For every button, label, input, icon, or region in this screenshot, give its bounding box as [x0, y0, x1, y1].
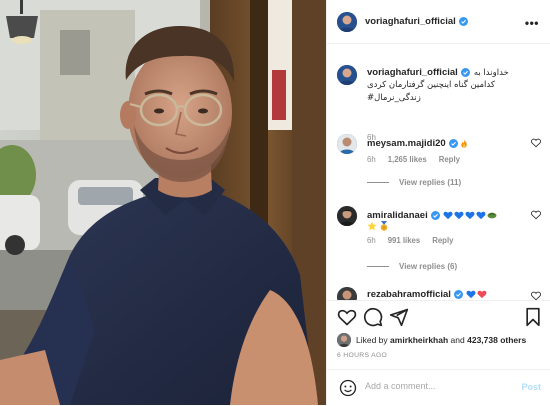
comment-line: meysam.majidi20 [367, 138, 469, 149]
more-dots-icon[interactable]: ••• [525, 16, 539, 30]
add-comment-input[interactable] [365, 381, 515, 391]
caption-first-line: voriaghafuri_official خداوندا به [367, 67, 509, 78]
reply-button[interactable]: Reply [439, 155, 460, 164]
replies-dash [367, 182, 389, 183]
liked-by-row: Liked by amirkheirkhah and 423,738 other… [337, 333, 526, 347]
comment-time: 6h [367, 236, 376, 245]
comment-time: 6h [367, 155, 376, 164]
liked-by-and: and [450, 335, 465, 345]
commenter-avatar[interactable] [337, 287, 357, 300]
comment-likes[interactable]: 1,265 likes [388, 155, 427, 164]
blue-hearts-medal-emoji [442, 211, 497, 220]
caption-avatar[interactable] [337, 65, 357, 85]
view-replies-toggle[interactable]: View replies (6) [367, 262, 457, 271]
owner-avatar[interactable] [337, 11, 357, 32]
verified-badge-icon [448, 139, 458, 148]
verified-badge-icon [430, 211, 440, 220]
photo-man-with-glasses [0, 0, 326, 405]
comment-meta: 6h 1,265 likes Reply [367, 155, 460, 164]
commenter-avatar[interactable] [337, 206, 357, 226]
reply-button[interactable]: Reply [432, 236, 453, 245]
liked-by-user[interactable]: amirkheirkhah [390, 335, 448, 345]
liked-by-prefix: Liked by [356, 335, 388, 345]
medal-emoji-line [367, 221, 389, 231]
blue-red-hearts-emoji [465, 290, 487, 299]
fire-emoji [460, 139, 467, 148]
liker-avatar[interactable] [337, 333, 351, 347]
caption-hashtag[interactable]: زندگی_نرمال# [367, 93, 421, 103]
comment-meta: 6h 991 likes Reply [367, 236, 453, 245]
emoji-smile-icon[interactable] [339, 379, 357, 397]
heart-icon[interactable] [337, 307, 357, 327]
post-timestamp[interactable]: 6 HOURS AGO [337, 352, 387, 359]
post-photo[interactable] [0, 0, 326, 405]
add-comment-bar: Post [327, 369, 550, 406]
bookmark-icon[interactable] [523, 307, 543, 327]
likes-count[interactable]: 423,738 others [467, 335, 526, 345]
post-header: voriaghafuri_official ••• [327, 0, 550, 44]
commenter-avatar[interactable] [337, 134, 357, 154]
replies-dash [367, 266, 389, 267]
verified-badge-icon [453, 290, 463, 299]
comment-username[interactable]: rezabahramofficial [367, 289, 451, 300]
comment-line: amiralidanaei [367, 210, 497, 221]
like-comment-heart-icon[interactable] [531, 291, 541, 300]
comment-line: rezabahramofficial [367, 289, 487, 300]
caption-username[interactable]: voriaghafuri_official [367, 67, 458, 78]
view-replies-toggle[interactable]: View replies (11) [367, 178, 461, 187]
verified-badge-icon [460, 68, 470, 77]
comment-username[interactable]: meysam.majidi20 [367, 138, 446, 149]
view-replies-label: View replies (11) [399, 178, 462, 187]
post-actions: Liked by amirkheirkhah and 423,738 other… [327, 300, 550, 405]
owner-username[interactable]: voriaghafuri_official [365, 16, 456, 27]
caption-text-line2: کدامین گناه اینچنین گرفتارمان کردی [367, 80, 495, 90]
view-replies-label: View replies (6) [399, 262, 458, 271]
comment-icon[interactable] [363, 307, 383, 327]
post-side-panel: voriaghafuri_official ••• voriaghafuri_o… [326, 0, 550, 405]
comment-likes[interactable]: 991 likes [388, 236, 421, 245]
verified-badge-icon [458, 17, 468, 26]
share-icon[interactable] [389, 307, 409, 327]
comment-username[interactable]: amiralidanaei [367, 210, 428, 221]
instagram-post: voriaghafuri_official ••• voriaghafuri_o… [0, 0, 550, 405]
caption-text-line1: خداوندا به [473, 67, 509, 78]
like-comment-heart-icon[interactable] [531, 210, 541, 220]
like-comment-heart-icon[interactable] [531, 138, 541, 148]
comments-list[interactable]: voriaghafuri_official خداوندا به کدامین … [327, 44, 550, 300]
post-comment-button[interactable]: Post [521, 382, 541, 392]
action-icons [337, 307, 541, 329]
